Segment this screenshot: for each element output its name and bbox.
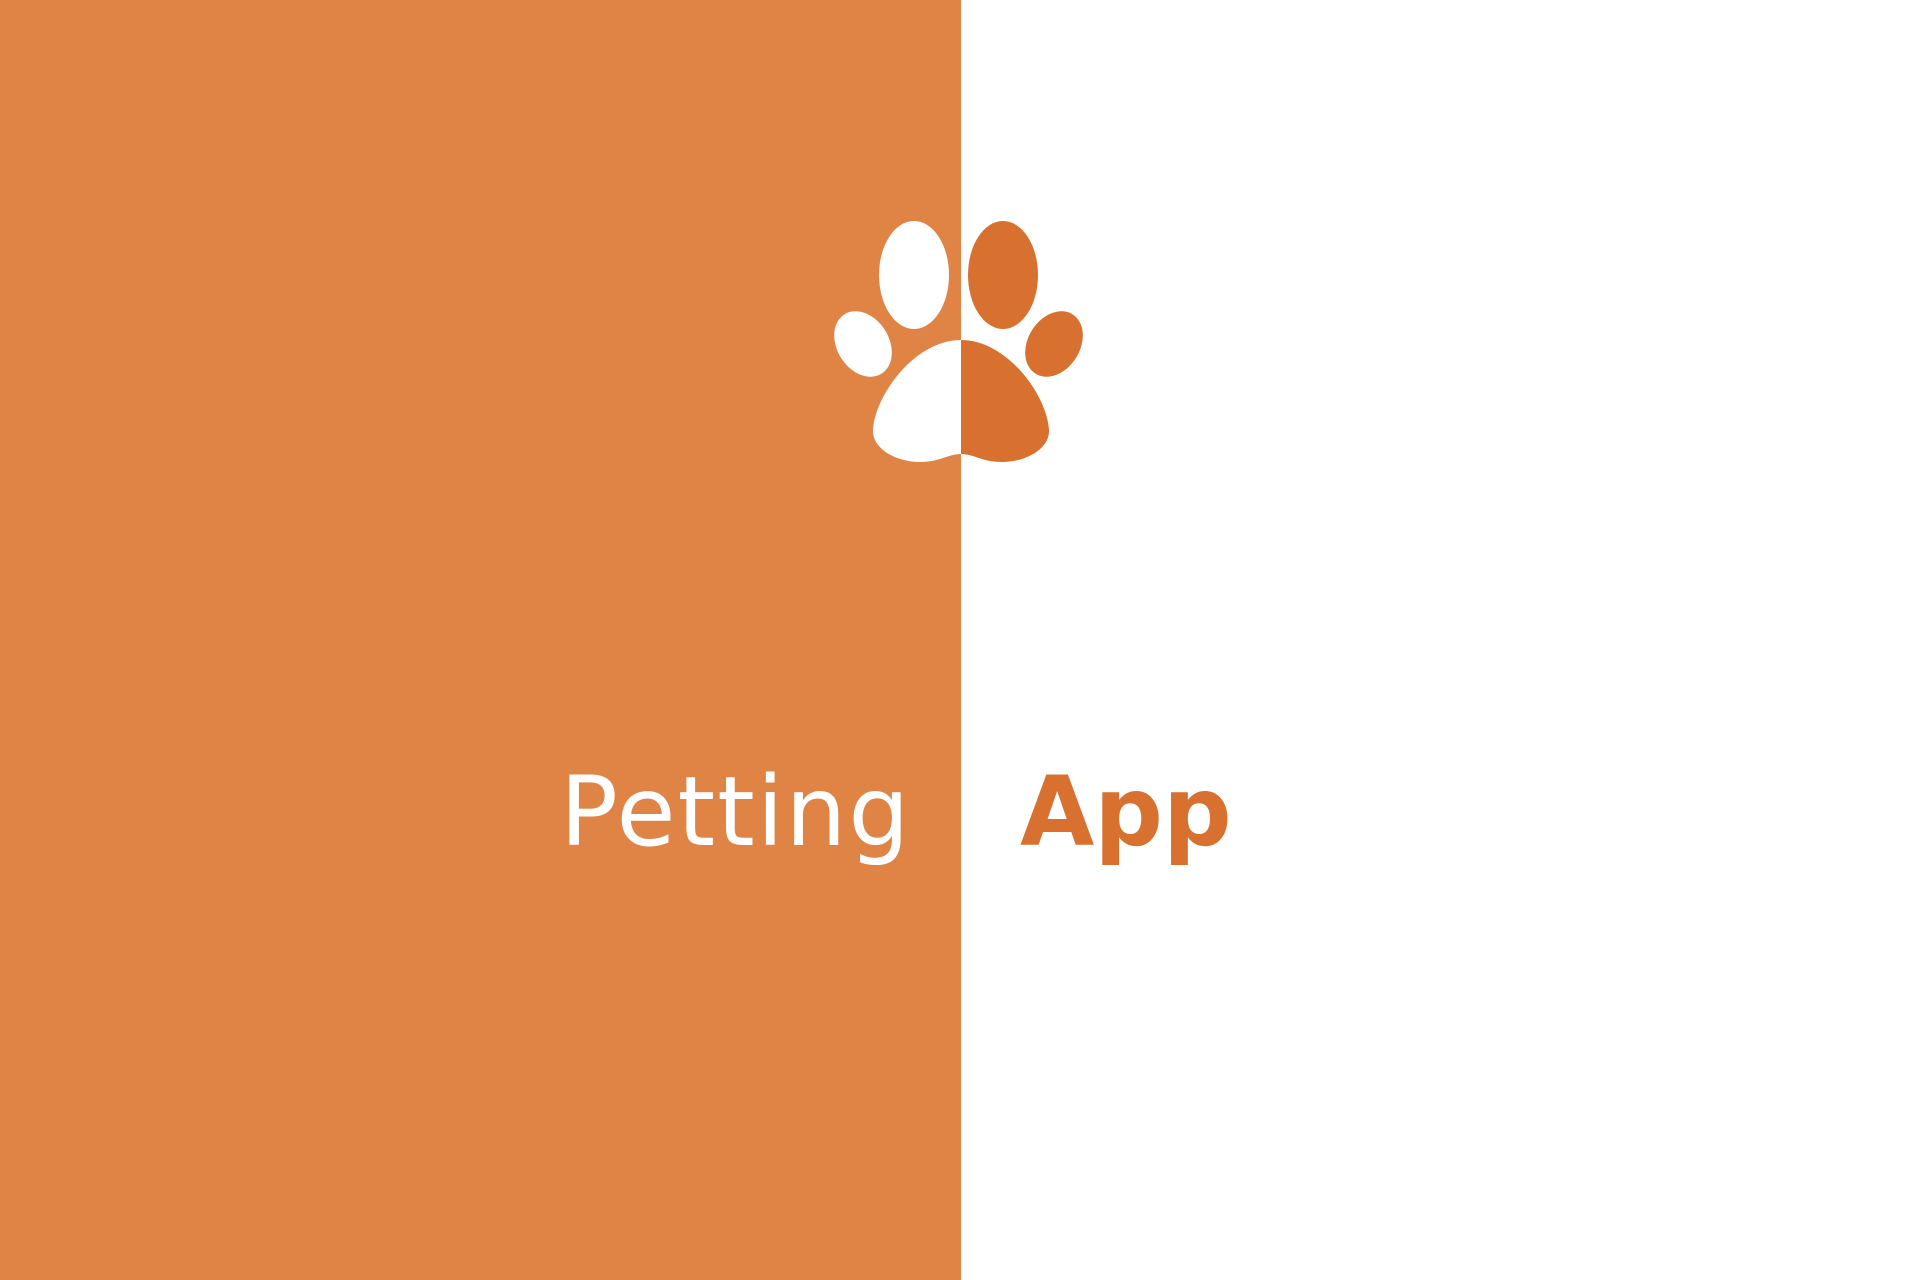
paw-print-icon	[834, 221, 1083, 462]
paw-left-half	[834, 221, 961, 462]
left-orange-panel	[0, 0, 961, 1280]
paw-right-half	[961, 221, 1083, 462]
right-white-panel	[961, 0, 1920, 1280]
splash-screen: Petting App	[0, 0, 1920, 1280]
app-name-first-word: Petting	[560, 756, 912, 868]
app-name-second-word: App	[1020, 756, 1232, 868]
